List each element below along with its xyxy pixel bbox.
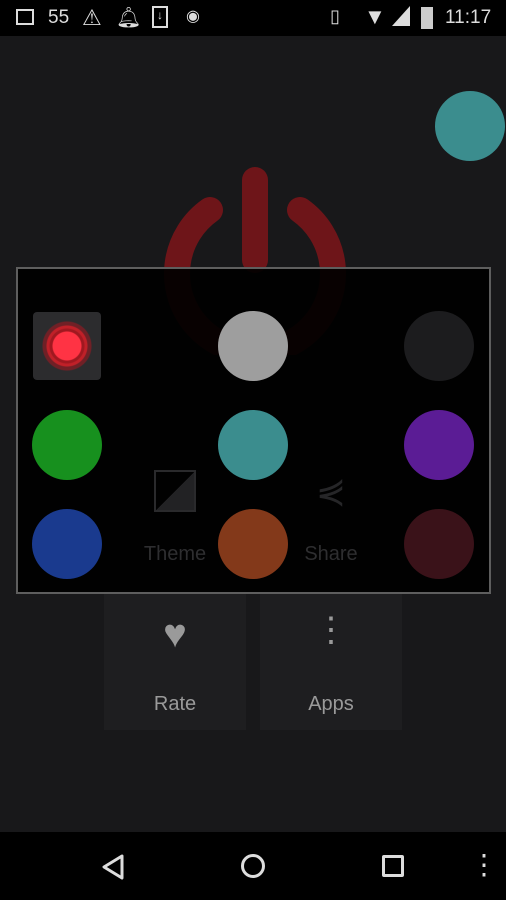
heart-icon: ♥ — [163, 612, 187, 656]
color-swatch-black[interactable] — [404, 311, 474, 381]
color-swatch-red[interactable] — [32, 311, 102, 381]
battery-icon — [421, 7, 433, 29]
image-icon — [16, 9, 34, 25]
signal-icon — [392, 6, 410, 26]
clock: 11:17 — [445, 7, 492, 28]
color-picker-dialog — [16, 267, 491, 594]
vibrate-icon: ▯ — [330, 6, 340, 26]
warning-icon: ⚠ — [82, 5, 102, 30]
recents-button[interactable] — [382, 855, 404, 877]
navigation-bar: ⋮ — [0, 832, 506, 900]
notification-count: 55 — [48, 7, 70, 28]
home-button[interactable] — [241, 854, 265, 878]
bell-icon: 🔔︎ — [116, 7, 142, 29]
back-button[interactable] — [100, 854, 126, 880]
rate-tile[interactable]: ♥ Rate — [104, 590, 246, 730]
color-swatch-gray[interactable] — [218, 311, 288, 381]
android-icon: ◉ — [186, 8, 200, 25]
more-vert-icon: ⋮ — [314, 611, 348, 649]
download-icon: ↓ — [152, 6, 168, 28]
color-swatch-blue[interactable] — [32, 509, 102, 579]
color-swatch-teal[interactable] — [218, 410, 288, 480]
color-swatch-purple[interactable] — [404, 410, 474, 480]
color-swatch-green[interactable] — [32, 410, 102, 480]
color-swatch-orange[interactable] — [218, 509, 288, 579]
color-swatch-maroon[interactable] — [404, 509, 474, 579]
apps-label: Apps — [308, 693, 354, 715]
apps-tile[interactable]: ⋮ Apps — [260, 590, 402, 730]
menu-button[interactable]: ⋮ — [470, 848, 498, 881]
wifi-icon: ▼ — [364, 4, 386, 29]
rate-label: Rate — [153, 693, 197, 715]
status-bar: 55 ⚠ 🔔︎ ↓ ◉ ▯ ▼ 11:17 — [0, 0, 506, 36]
floating-color-button[interactable] — [435, 91, 505, 161]
